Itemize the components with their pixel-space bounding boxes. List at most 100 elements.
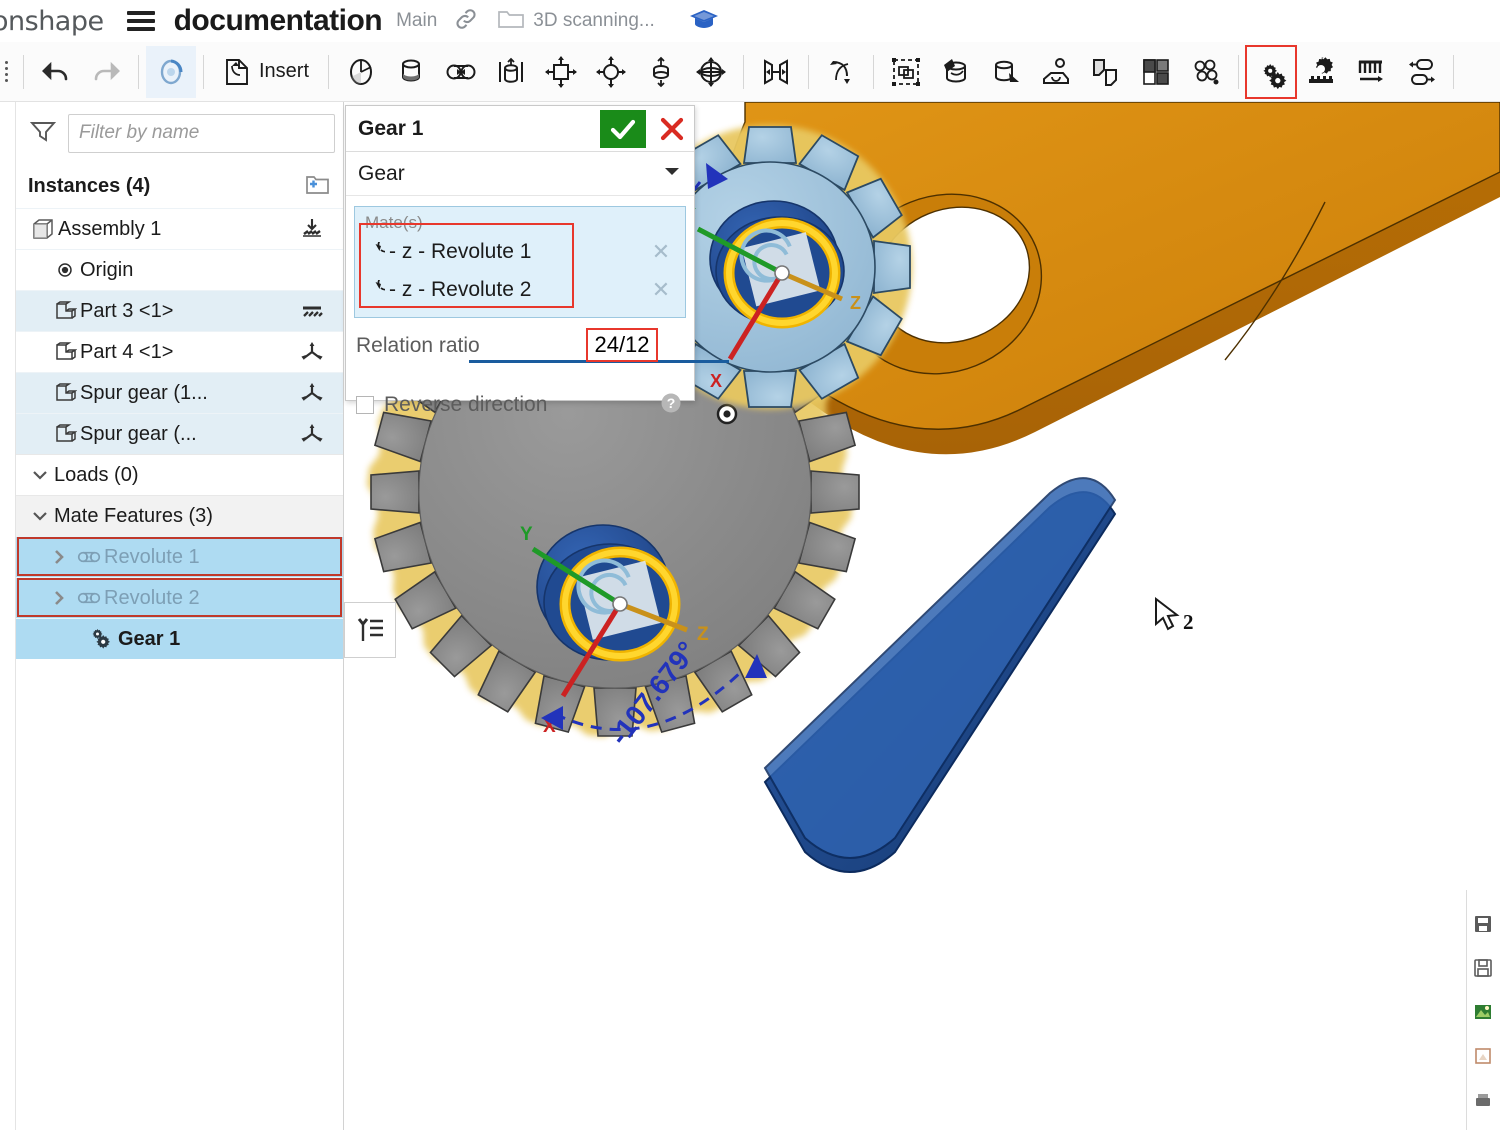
free-triad-icon[interactable] [293,340,331,364]
graduation-cap-icon[interactable] [689,6,719,37]
mate-connector-button[interactable] [336,46,386,98]
pin-slot-mate-button[interactable] [636,46,686,98]
hamburger-icon[interactable] [124,8,158,34]
face-hole-marker [716,403,738,425]
linear-relation-button[interactable] [1396,46,1446,98]
list-item-part-3[interactable]: Part 3 <1> [16,290,343,331]
search-input[interactable] [68,113,335,153]
list-item-origin[interactable]: Origin [16,249,343,290]
mate-entry-label: - z - Revolute 1 [389,240,532,263]
title-bar: onshape documentation Main 3D scanning..… [0,0,1500,42]
list-item-part-4[interactable]: Part 4 <1> [16,331,343,372]
list-item-label: Assembly 1 [58,217,162,240]
fix-ground-icon[interactable] [293,217,331,241]
list-item-label: Spur gear (... [80,422,197,445]
question-help-icon[interactable]: ? [660,392,684,419]
insert-button[interactable]: Insert [211,46,321,98]
assembly-toolbar: Insert [0,42,1500,102]
relation-type-select[interactable]: Gear [346,152,694,196]
list-item-revolute-2[interactable]: Revolute 2 [16,577,343,618]
transform-button[interactable] [981,46,1031,98]
gear-relation-dialog: Gear 1 Gear Mate(s) - z - Revolute 1 ✕ -… [345,105,729,416]
screw-relation-button[interactable] [1346,46,1396,98]
fastened-mate-button[interactable] [386,46,436,98]
parallel-mate-button[interactable] [751,46,801,98]
mates-field[interactable]: Mate(s) - z - Revolute 1 ✕ - z - Revolut… [354,206,686,318]
mate-entry-revolute-1[interactable]: - z - Revolute 1 ✕ [355,233,685,271]
mouse-pointer-icon [1153,596,1183,640]
section-view-icon[interactable] [1467,1078,1499,1122]
reverse-direction-row[interactable]: Reverse direction ? [346,388,694,422]
relation-ratio-row: Relation ratio 24/12 [346,328,729,374]
link-icon[interactable] [453,6,479,37]
free-triad-icon[interactable] [293,381,331,405]
planar-mate-button[interactable] [536,46,586,98]
funnel-filter-icon[interactable] [28,118,58,149]
toolbar-divider [328,54,330,89]
toolbar-divider [23,54,24,89]
toolbar-divider [873,54,875,89]
list-item-spur-gear-1[interactable]: Spur gear (1... [16,372,343,413]
reverse-direction-checkbox[interactable] [356,396,374,414]
feature-list-toggle[interactable] [344,602,396,658]
branch-label[interactable]: Main [396,10,437,32]
display-state-icon[interactable] [1467,902,1499,946]
save-view-icon[interactable] [1467,946,1499,990]
redo-button[interactable] [81,46,131,98]
cylindrical-mate-button[interactable] [586,46,636,98]
svg-text:Y: Y [520,524,533,545]
toolbar-overflow-icon[interactable] [0,46,16,98]
chevron-right-icon[interactable] [44,588,74,608]
chevron-down-icon[interactable] [662,164,682,183]
ball-mate-button[interactable] [686,46,736,98]
replace-instance-button[interactable] [931,46,981,98]
part-icon [50,423,80,445]
mate-entry-revolute-2[interactable]: - z - Revolute 2 ✕ [355,271,685,309]
list-item-spur-gear-2[interactable]: Spur gear (... [16,413,343,454]
cancel-button[interactable] [650,110,694,148]
origin-icon [50,260,80,280]
list-item-assembly[interactable]: Assembly 1 [16,208,343,249]
document-title[interactable]: documentation [174,4,383,38]
relation-ratio-input[interactable]: 24/12 [586,328,658,362]
list-item-label: Revolute 2 [104,586,200,609]
list-item-gear-1[interactable]: Gear 1 [16,618,343,659]
copy-mate-button[interactable] [1081,46,1131,98]
mate-entry-label: - z - Revolute 2 [389,278,532,301]
folder-icon[interactable] [497,7,525,36]
revolute-mate-icon [74,588,104,608]
list-item-revolute-1[interactable]: Revolute 1 [16,536,343,577]
toolbar-divider [808,54,810,89]
revolute-mate-button[interactable] [436,46,486,98]
scene-appearance-icon[interactable] [1467,990,1499,1034]
list-item-label: Revolute 1 [104,545,200,568]
svg-text:?: ? [667,395,676,411]
group-header-loads[interactable]: Loads (0) [16,454,343,495]
free-triad-icon[interactable] [293,422,331,446]
bom-button[interactable] [1181,46,1231,98]
chevron-right-icon[interactable] [44,547,74,567]
list-item-label: Part 3 <1> [80,299,174,322]
render-icon[interactable] [1467,1034,1499,1078]
folder-label[interactable]: 3D scanning... [533,10,654,32]
tangent-mate-button[interactable] [816,46,866,98]
x-remove-icon[interactable]: ✕ [647,277,675,303]
assembly-feature-button[interactable] [1031,46,1081,98]
rack-pinion-relation-button[interactable] [1296,46,1346,98]
x-remove-icon[interactable]: ✕ [647,239,675,265]
confirm-button[interactable] [600,109,646,148]
rotation-arrow-icon [365,280,389,300]
explode-view-button[interactable] [1131,46,1181,98]
ground-hatch-icon[interactable] [293,300,331,322]
group-button[interactable] [881,46,931,98]
undo-button[interactable] [31,46,81,98]
part-icon [50,341,80,363]
rebuild-button[interactable] [146,45,196,98]
toolbar-divider [203,54,204,89]
onshape-logo[interactable]: onshape [0,6,104,37]
add-folder-icon[interactable] [301,171,331,202]
mates-label: Mate(s) [365,213,423,232]
slider-mate-button[interactable] [486,46,536,98]
gear-relation-button[interactable] [1245,44,1298,99]
group-header-mate-features[interactable]: Mate Features (3) [16,495,343,536]
